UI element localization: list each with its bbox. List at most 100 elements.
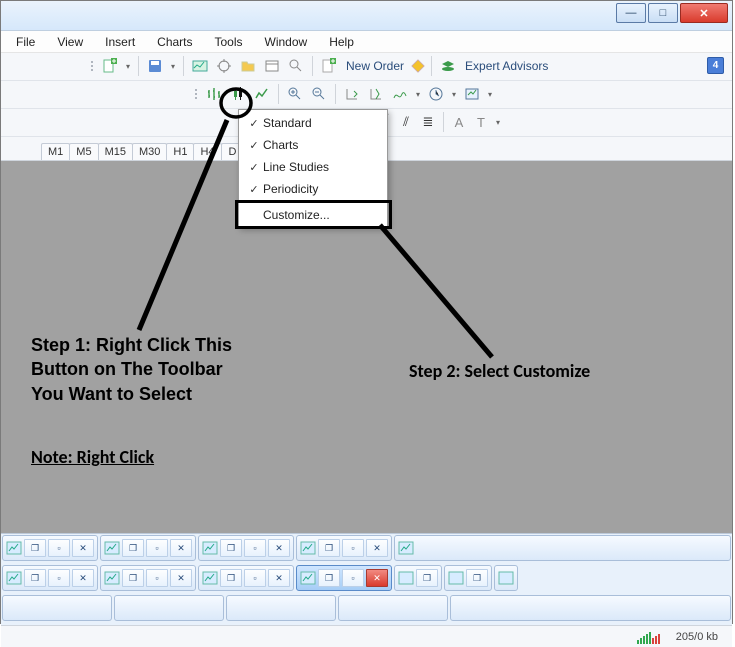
fibonacci-tool[interactable]: ≣ [418, 114, 438, 130]
period-h1[interactable]: H1 [166, 143, 194, 160]
task-group[interactable]: ❐ ▫ ✕ [198, 565, 294, 591]
task-group-active[interactable]: ❐ ▫ ✕ [296, 565, 392, 591]
task-restore-button[interactable]: ▫ [244, 539, 266, 557]
maximize-button[interactable]: □ [648, 3, 678, 23]
new-order-label[interactable]: New Order [342, 59, 408, 73]
ctx-item-charts[interactable]: ✓Charts [239, 134, 387, 156]
task-group[interactable] [114, 595, 224, 621]
task-group[interactable]: ❐ ▫ ✕ [296, 535, 392, 561]
data-window-button[interactable] [237, 55, 259, 77]
task-close-button[interactable]: ✕ [170, 539, 192, 557]
menu-window[interactable]: Window [254, 33, 319, 51]
task-restore-button[interactable]: ▫ [244, 569, 266, 587]
dropdown-arrow[interactable]: ▾ [413, 90, 423, 99]
task-group[interactable] [226, 595, 336, 621]
task-restore-button[interactable]: ▫ [48, 539, 70, 557]
zoom-in-button[interactable] [284, 83, 306, 105]
menu-insert[interactable]: Insert [94, 33, 146, 51]
task-close-button[interactable]: ✕ [72, 539, 94, 557]
equidistant-channel-tool[interactable]: ⫽ [396, 114, 416, 130]
dropdown-arrow[interactable]: ▾ [449, 90, 459, 99]
task-group[interactable]: ❐ [394, 565, 442, 591]
ctx-item-standard[interactable]: ✓Standard [239, 112, 387, 134]
task-cascade-button[interactable]: ❐ [24, 569, 46, 587]
zoom-out-button[interactable] [308, 83, 330, 105]
period-m1[interactable]: M1 [41, 143, 70, 160]
dropdown-arrow[interactable]: ▾ [123, 62, 133, 71]
task-cascade-button[interactable]: ❐ [122, 539, 144, 557]
task-group[interactable]: ❐ ▫ ✕ [100, 535, 196, 561]
new-order-button[interactable] [318, 55, 340, 77]
task-group[interactable] [394, 535, 731, 561]
check-icon: ✓ [245, 139, 263, 152]
task-restore-button[interactable]: ▫ [146, 569, 168, 587]
task-group[interactable]: ❐ [444, 565, 492, 591]
indicators-button[interactable] [389, 83, 411, 105]
barchart-button[interactable] [203, 83, 225, 105]
close-button[interactable]: ✕ [680, 3, 728, 23]
market-watch-button[interactable] [189, 55, 211, 77]
navigator-button[interactable] [213, 55, 235, 77]
text-label-tool[interactable]: T [471, 115, 491, 130]
profiles-button[interactable] [144, 55, 166, 77]
task-close-button[interactable]: ✕ [268, 539, 290, 557]
dropdown-arrow[interactable]: ▾ [168, 62, 178, 71]
new-chart-button[interactable] [99, 55, 121, 77]
toolbar-grip[interactable] [193, 83, 199, 105]
task-cascade-button[interactable]: ❐ [318, 569, 340, 587]
ctx-item-periodicity[interactable]: ✓Periodicity [239, 178, 387, 200]
alert-button[interactable] [410, 55, 426, 77]
task-close-button[interactable]: ✕ [72, 569, 94, 587]
task-group[interactable]: ❐ ▫ ✕ [2, 565, 98, 591]
task-restore-button[interactable]: ▫ [146, 539, 168, 557]
menu-charts[interactable]: Charts [146, 33, 203, 51]
terminal-button[interactable] [261, 55, 283, 77]
task-restore-button[interactable]: ▫ [342, 569, 364, 587]
task-group[interactable] [450, 595, 731, 621]
task-close-button[interactable]: ✕ [268, 569, 290, 587]
minimize-button[interactable]: — [616, 3, 646, 23]
menu-tools[interactable]: Tools [204, 33, 254, 51]
task-cascade-button[interactable]: ❐ [122, 569, 144, 587]
menu-view[interactable]: View [46, 33, 94, 51]
autoscroll-button[interactable] [341, 83, 363, 105]
task-cascade-button[interactable]: ❐ [220, 569, 242, 587]
period-m15[interactable]: M15 [98, 143, 133, 160]
task-group[interactable]: ❐ ▫ ✕ [2, 535, 98, 561]
dropdown-arrow[interactable]: ▾ [485, 90, 495, 99]
period-h4[interactable]: H4 [193, 143, 221, 160]
ctx-item-line-studies[interactable]: ✓Line Studies [239, 156, 387, 178]
task-group[interactable] [494, 565, 518, 591]
menu-file[interactable]: File [5, 33, 46, 51]
menu-help[interactable]: Help [318, 33, 365, 51]
linechart-button[interactable] [251, 83, 273, 105]
task-close-button[interactable]: ✕ [366, 539, 388, 557]
task-group[interactable] [338, 595, 448, 621]
task-group[interactable]: ❐ ▫ ✕ [198, 535, 294, 561]
task-cascade-button[interactable]: ❐ [220, 539, 242, 557]
task-restore-button[interactable]: ▫ [48, 569, 70, 587]
expert-advisors-button[interactable] [437, 55, 459, 77]
period-m5[interactable]: M5 [69, 143, 98, 160]
toolbar-grip[interactable] [89, 55, 95, 77]
task-group[interactable] [2, 595, 112, 621]
task-cascade-button[interactable]: ❐ [318, 539, 340, 557]
expert-advisors-label[interactable]: Expert Advisors [461, 59, 552, 73]
task-group[interactable]: ❐ ▫ ✕ [100, 565, 196, 591]
task-restore-button[interactable]: ▫ [342, 539, 364, 557]
text-tool[interactable]: A [449, 115, 469, 130]
chart-shift-button[interactable] [365, 83, 387, 105]
strategy-tester-button[interactable] [285, 55, 307, 77]
task-close-button[interactable]: ✕ [170, 569, 192, 587]
periodicity-button[interactable] [425, 83, 447, 105]
task-close-button[interactable]: ✕ [366, 569, 388, 587]
task-cascade-button[interactable]: ❐ [416, 569, 438, 587]
candlestick-button[interactable] [227, 83, 249, 105]
templates-button[interactable] [461, 83, 483, 105]
period-m30[interactable]: M30 [132, 143, 167, 160]
task-cascade-button[interactable]: ❐ [24, 539, 46, 557]
dropdown-arrow[interactable]: ▾ [493, 118, 503, 127]
standard-toolbar: ▾ ▾ New Order [1, 53, 732, 81]
alerts-badge[interactable]: 4 [707, 57, 724, 74]
task-cascade-button[interactable]: ❐ [466, 569, 488, 587]
